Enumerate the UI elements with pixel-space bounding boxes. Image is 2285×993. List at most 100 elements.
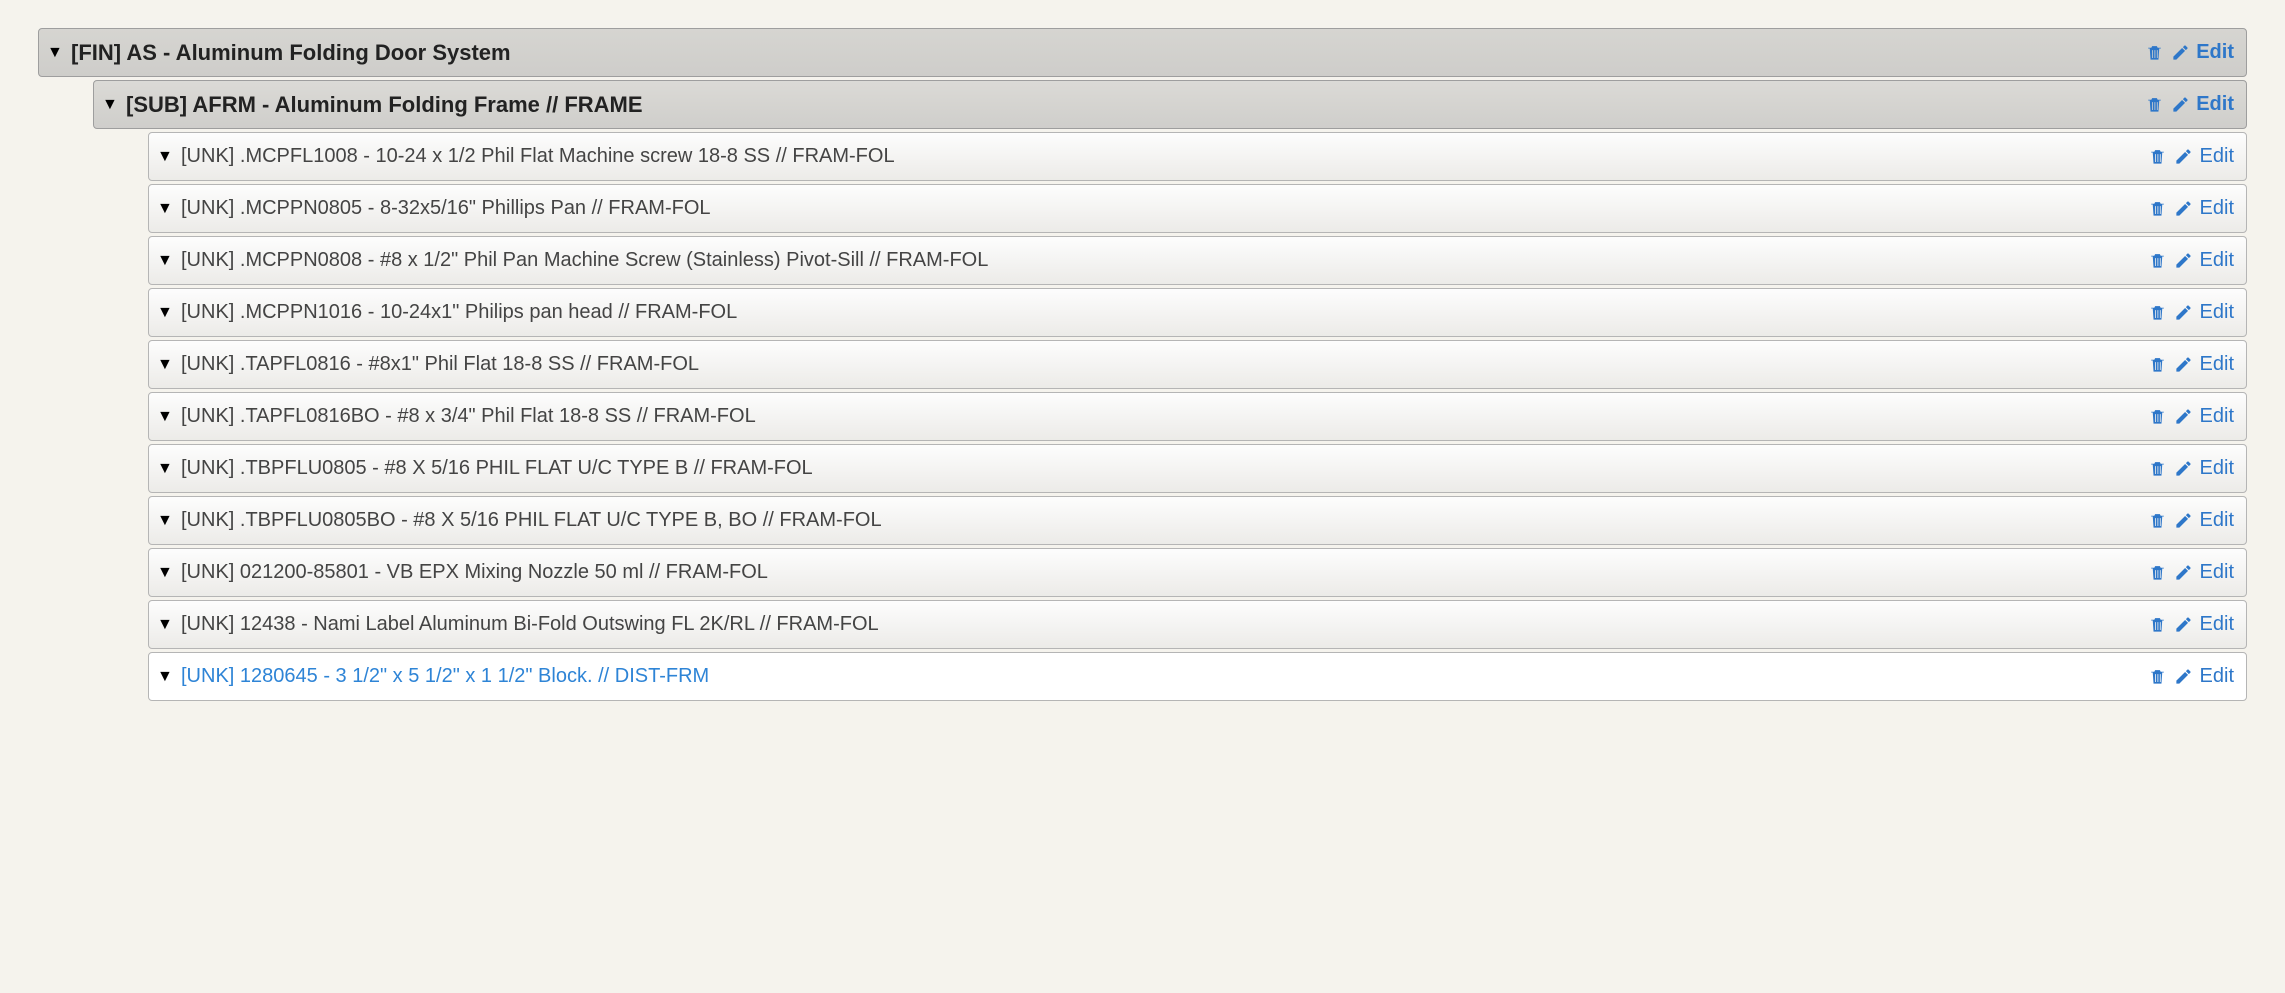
pencil-icon[interactable] <box>2174 355 2194 375</box>
edit-link[interactable]: Edit <box>2200 665 2234 688</box>
row-actions: Edit <box>2148 197 2234 220</box>
trash-icon[interactable] <box>2148 355 2168 375</box>
edit-link[interactable]: Edit <box>2196 93 2234 116</box>
row-actions: Edit <box>2148 613 2234 636</box>
row-left: ▼[UNK] .TBPFLU0805 - #8 X 5/16 PHIL FLAT… <box>157 457 2148 480</box>
row-left: ▼[UNK] .MCPPN0808 - #8 x 1/2" Phil Pan M… <box>157 249 2148 272</box>
trash-icon[interactable] <box>2148 511 2168 531</box>
trash-icon[interactable] <box>2148 147 2168 167</box>
row-label: [UNK] .TAPFL0816 - #8x1" Phil Flat 18-8 … <box>181 353 699 376</box>
collapse-toggle-icon[interactable]: ▼ <box>157 200 181 218</box>
edit-link[interactable]: Edit <box>2200 249 2234 272</box>
row-actions: Edit <box>2148 405 2234 428</box>
pencil-icon[interactable] <box>2174 303 2194 323</box>
row-left: ▼[SUB] AFRM - Aluminum Folding Frame // … <box>102 92 2144 118</box>
pencil-icon[interactable] <box>2174 511 2194 531</box>
edit-link[interactable]: Edit <box>2200 405 2234 428</box>
trash-icon[interactable] <box>2148 667 2168 687</box>
collapse-toggle-icon[interactable]: ▼ <box>102 96 126 114</box>
edit-link[interactable]: Edit <box>2200 457 2234 480</box>
row-left: ▼[UNK] .MCPPN0805 - 8-32x5/16" Phillips … <box>157 197 2148 220</box>
row-label: [UNK] 1280645 - 3 1/2" x 5 1/2" x 1 1/2"… <box>181 665 709 688</box>
trash-icon[interactable] <box>2148 199 2168 219</box>
collapse-toggle-icon[interactable]: ▼ <box>47 44 71 62</box>
tree-row[interactable]: ▼[UNK] 1280645 - 3 1/2" x 5 1/2" x 1 1/2… <box>148 652 2247 701</box>
trash-icon[interactable] <box>2144 43 2164 63</box>
edit-link[interactable]: Edit <box>2200 145 2234 168</box>
tree-row[interactable]: ▼[UNK] 12438 - Nami Label Aluminum Bi-Fo… <box>148 600 2247 649</box>
tree-row[interactable]: ▼[UNK] 021200-85801 - VB EPX Mixing Nozz… <box>148 548 2247 597</box>
row-actions: Edit <box>2144 93 2234 116</box>
collapse-toggle-icon[interactable]: ▼ <box>157 564 181 582</box>
tree-container: ▼[FIN] AS - Aluminum Folding Door System… <box>38 28 2247 701</box>
collapse-toggle-icon[interactable]: ▼ <box>157 408 181 426</box>
tree-row[interactable]: ▼[UNK] .TBPFLU0805BO - #8 X 5/16 PHIL FL… <box>148 496 2247 545</box>
collapse-toggle-icon[interactable]: ▼ <box>157 668 181 686</box>
row-label: [UNK] .TBPFLU0805 - #8 X 5/16 PHIL FLAT … <box>181 457 813 480</box>
row-label: [UNK] .MCPPN1016 - 10-24x1" Philips pan … <box>181 301 737 324</box>
edit-link[interactable]: Edit <box>2196 41 2234 64</box>
row-actions: Edit <box>2144 41 2234 64</box>
row-actions: Edit <box>2148 561 2234 584</box>
collapse-toggle-icon[interactable]: ▼ <box>157 252 181 270</box>
row-label: [UNK] .TAPFL0816BO - #8 x 3/4" Phil Flat… <box>181 405 756 428</box>
tree-row[interactable]: ▼[SUB] AFRM - Aluminum Folding Frame // … <box>93 80 2247 129</box>
edit-link[interactable]: Edit <box>2200 197 2234 220</box>
trash-icon[interactable] <box>2144 95 2164 115</box>
tree-row[interactable]: ▼[UNK] .TAPFL0816 - #8x1" Phil Flat 18-8… <box>148 340 2247 389</box>
tree-row[interactable]: ▼[UNK] .TAPFL0816BO - #8 x 3/4" Phil Fla… <box>148 392 2247 441</box>
row-label: [UNK] .MCPFL1008 - 10-24 x 1/2 Phil Flat… <box>181 145 895 168</box>
row-left: ▼[UNK] 021200-85801 - VB EPX Mixing Nozz… <box>157 561 2148 584</box>
pencil-icon[interactable] <box>2174 615 2194 635</box>
row-left: ▼[UNK] 1280645 - 3 1/2" x 5 1/2" x 1 1/2… <box>157 665 2148 688</box>
row-actions: Edit <box>2148 249 2234 272</box>
pencil-icon[interactable] <box>2174 251 2194 271</box>
row-label: [UNK] .MCPPN0805 - 8-32x5/16" Phillips P… <box>181 197 711 220</box>
tree-row[interactable]: ▼[UNK] .MCPFL1008 - 10-24 x 1/2 Phil Fla… <box>148 132 2247 181</box>
collapse-toggle-icon[interactable]: ▼ <box>157 512 181 530</box>
row-label: [UNK] .TBPFLU0805BO - #8 X 5/16 PHIL FLA… <box>181 509 882 532</box>
row-left: ▼[UNK] .TAPFL0816 - #8x1" Phil Flat 18-8… <box>157 353 2148 376</box>
tree-row[interactable]: ▼[UNK] .MCPPN0808 - #8 x 1/2" Phil Pan M… <box>148 236 2247 285</box>
trash-icon[interactable] <box>2148 407 2168 427</box>
row-left: ▼[FIN] AS - Aluminum Folding Door System <box>47 40 2144 66</box>
tree-row[interactable]: ▼[UNK] .TBPFLU0805 - #8 X 5/16 PHIL FLAT… <box>148 444 2247 493</box>
row-left: ▼[UNK] .MCPFL1008 - 10-24 x 1/2 Phil Fla… <box>157 145 2148 168</box>
collapse-toggle-icon[interactable]: ▼ <box>157 460 181 478</box>
row-label: [SUB] AFRM - Aluminum Folding Frame // F… <box>126 92 643 118</box>
row-label: [UNK] 021200-85801 - VB EPX Mixing Nozzl… <box>181 561 768 584</box>
edit-link[interactable]: Edit <box>2200 561 2234 584</box>
row-actions: Edit <box>2148 353 2234 376</box>
row-actions: Edit <box>2148 509 2234 532</box>
tree-row[interactable]: ▼[FIN] AS - Aluminum Folding Door System… <box>38 28 2247 77</box>
pencil-icon[interactable] <box>2174 147 2194 167</box>
trash-icon[interactable] <box>2148 563 2168 583</box>
trash-icon[interactable] <box>2148 615 2168 635</box>
edit-link[interactable]: Edit <box>2200 509 2234 532</box>
tree-row[interactable]: ▼[UNK] .MCPPN0805 - 8-32x5/16" Phillips … <box>148 184 2247 233</box>
pencil-icon[interactable] <box>2174 563 2194 583</box>
pencil-icon[interactable] <box>2170 95 2190 115</box>
pencil-icon[interactable] <box>2174 199 2194 219</box>
collapse-toggle-icon[interactable]: ▼ <box>157 616 181 634</box>
row-left: ▼[UNK] .TBPFLU0805BO - #8 X 5/16 PHIL FL… <box>157 509 2148 532</box>
pencil-icon[interactable] <box>2174 459 2194 479</box>
collapse-toggle-icon[interactable]: ▼ <box>157 304 181 322</box>
row-left: ▼[UNK] .MCPPN1016 - 10-24x1" Philips pan… <box>157 301 2148 324</box>
trash-icon[interactable] <box>2148 303 2168 323</box>
edit-link[interactable]: Edit <box>2200 301 2234 324</box>
trash-icon[interactable] <box>2148 251 2168 271</box>
collapse-toggle-icon[interactable]: ▼ <box>157 148 181 166</box>
pencil-icon[interactable] <box>2170 43 2190 63</box>
collapse-toggle-icon[interactable]: ▼ <box>157 356 181 374</box>
edit-link[interactable]: Edit <box>2200 353 2234 376</box>
row-actions: Edit <box>2148 457 2234 480</box>
edit-link[interactable]: Edit <box>2200 613 2234 636</box>
pencil-icon[interactable] <box>2174 667 2194 687</box>
row-actions: Edit <box>2148 665 2234 688</box>
trash-icon[interactable] <box>2148 459 2168 479</box>
tree-row[interactable]: ▼[UNK] .MCPPN1016 - 10-24x1" Philips pan… <box>148 288 2247 337</box>
row-actions: Edit <box>2148 301 2234 324</box>
row-label: [UNK] .MCPPN0808 - #8 x 1/2" Phil Pan Ma… <box>181 249 988 272</box>
pencil-icon[interactable] <box>2174 407 2194 427</box>
